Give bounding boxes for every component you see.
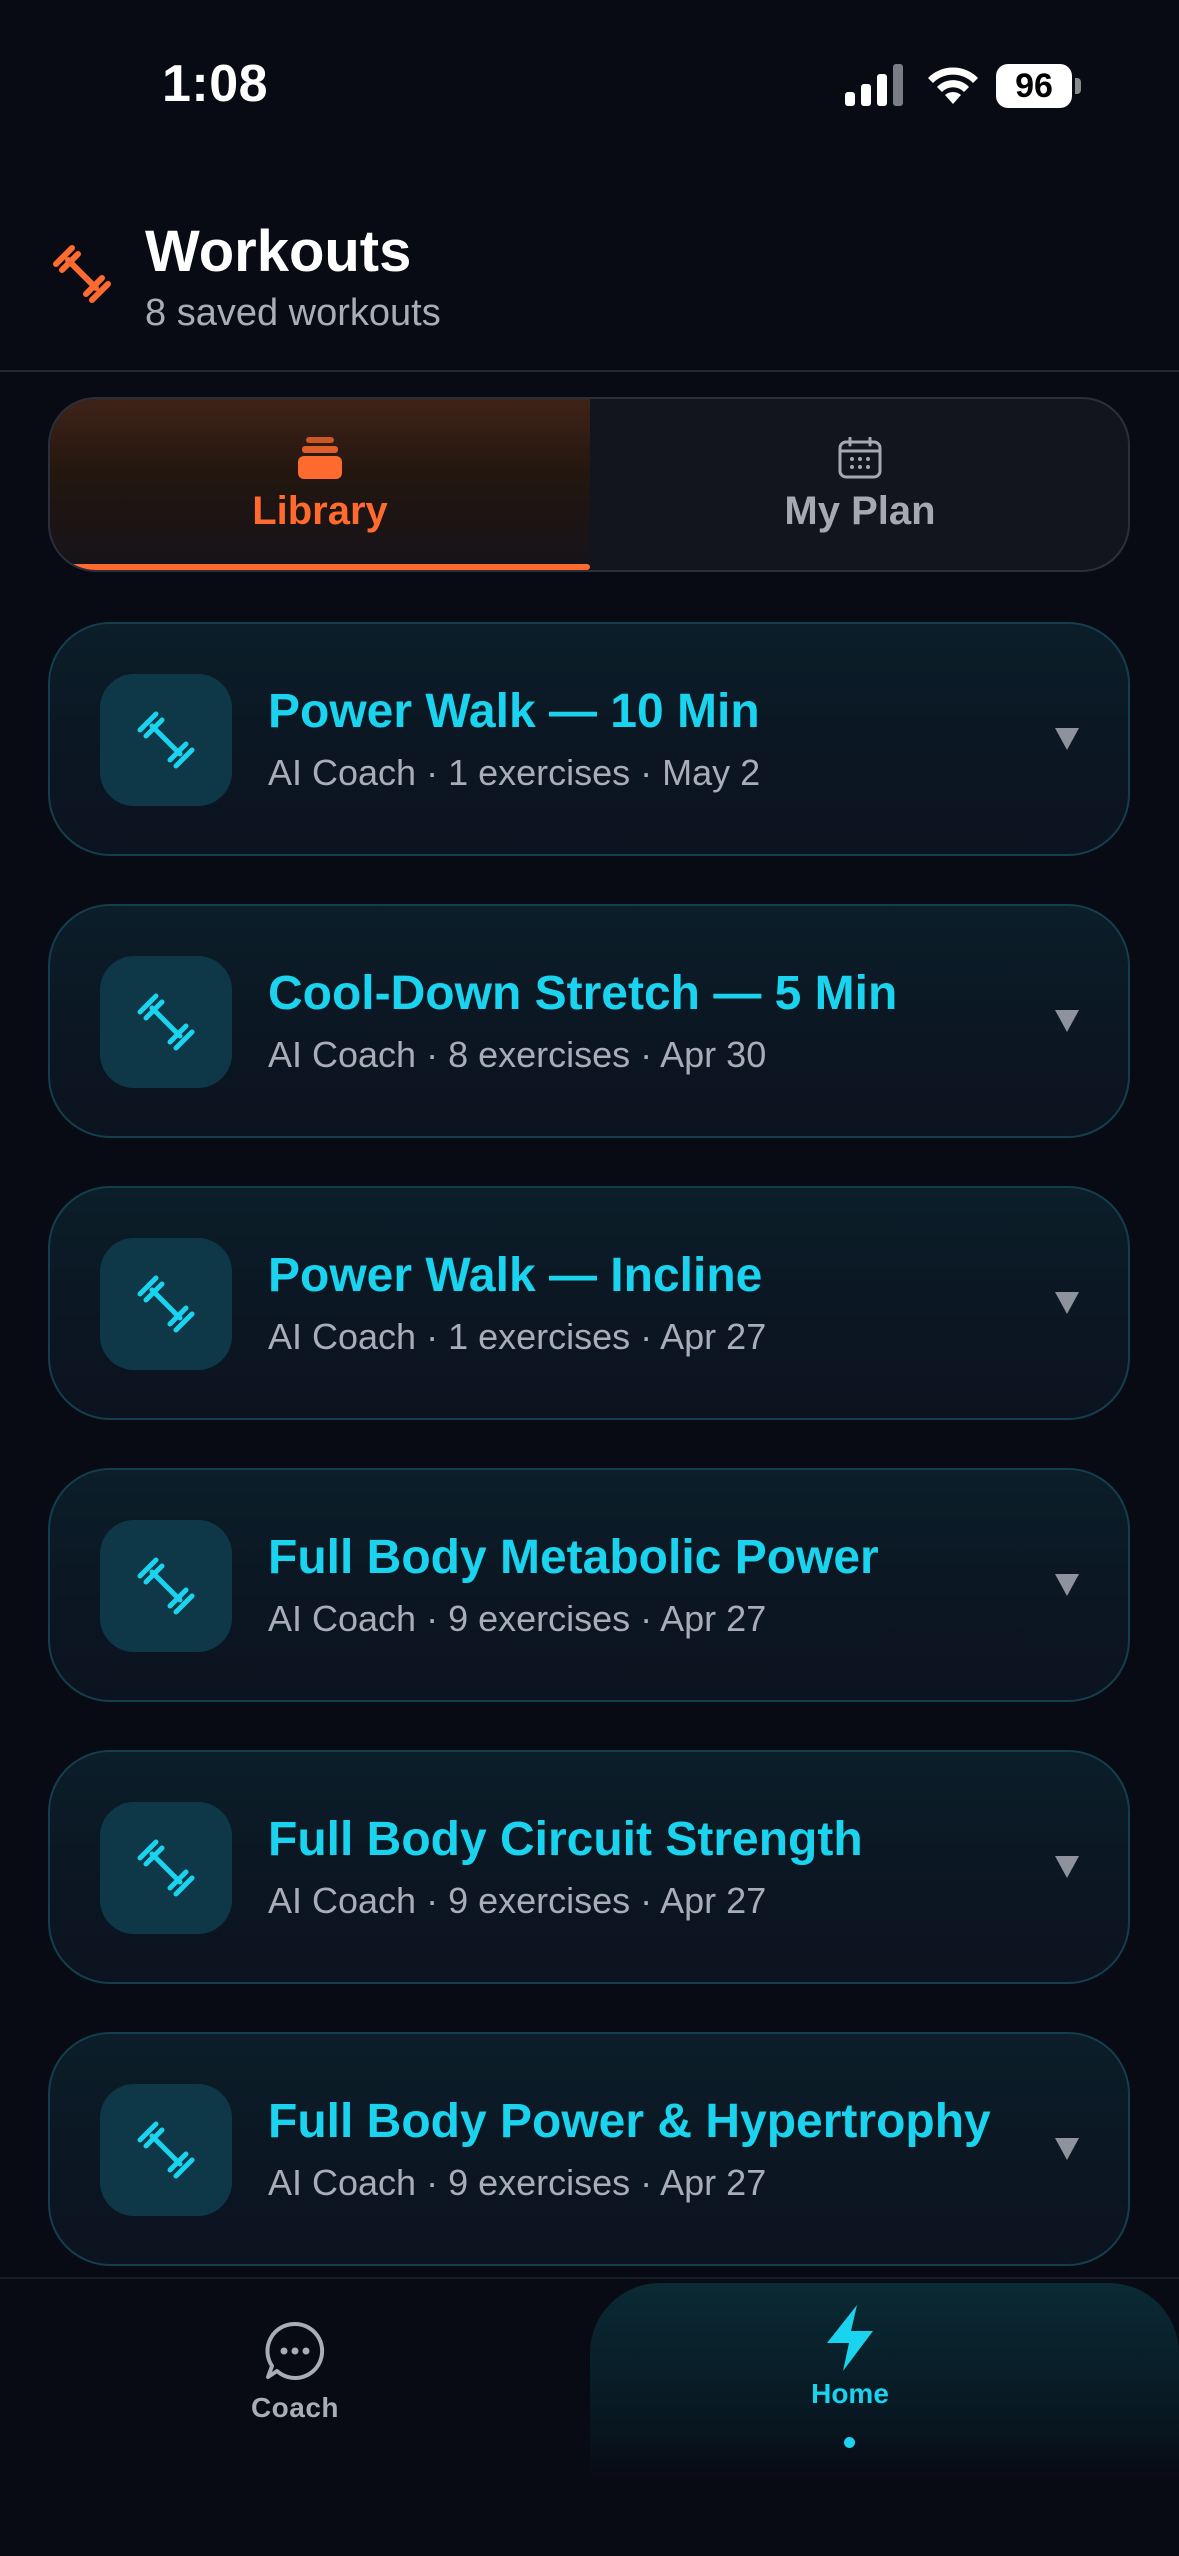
tab-my-plan-label: My Plan bbox=[784, 489, 936, 533]
chat-bubble-icon bbox=[265, 2321, 325, 2380]
wifi-icon bbox=[928, 67, 978, 104]
tab-coach-label: Coach bbox=[250, 2392, 340, 2423]
workout-title: Full Body Metabolic Power bbox=[268, 1531, 879, 1584]
workout-icon-tile bbox=[100, 956, 232, 1088]
tab-my-plan[interactable]: My Plan bbox=[590, 399, 1128, 570]
expand-triangle-icon[interactable] bbox=[1053, 726, 1081, 752]
workouts-screen: 1:08 96 Workouts 8 saved workouts Librar… bbox=[0, 0, 1179, 2556]
workout-icon-tile bbox=[100, 674, 232, 806]
dumbbell-icon bbox=[137, 1557, 195, 1615]
page-title: Workouts bbox=[145, 219, 412, 284]
tab-home[interactable]: Home bbox=[590, 2283, 1179, 2483]
stack-icon bbox=[298, 437, 342, 479]
tab-library[interactable]: Library bbox=[50, 399, 590, 570]
workout-icon-tile bbox=[100, 2084, 232, 2216]
workout-card[interactable]: Full Body Metabolic Power AI Coach · 9 e… bbox=[48, 1468, 1130, 1702]
dumbbell-icon bbox=[137, 1839, 195, 1897]
calendar-icon bbox=[838, 437, 882, 479]
workout-card[interactable]: Cool-Down Stretch — 5 Min AI Coach · 8 e… bbox=[48, 904, 1130, 1138]
bottom-tab-bar: Coach Home bbox=[0, 2277, 1179, 2556]
saved-count: 8 saved workouts bbox=[145, 292, 441, 334]
lightning-icon bbox=[827, 2305, 873, 2371]
expand-triangle-icon[interactable] bbox=[1053, 2136, 1081, 2162]
dumbbell-icon bbox=[137, 1275, 195, 1333]
workout-card[interactable]: Power Walk — Incline AI Coach · 1 exerci… bbox=[48, 1186, 1130, 1420]
workout-card[interactable]: Full Body Power & Hypertrophy AI Coach ·… bbox=[48, 2032, 1130, 2266]
dumbbell-icon bbox=[137, 2121, 195, 2179]
workout-title: Cool-Down Stretch — 5 Min bbox=[268, 967, 898, 1020]
dumbbell-icon bbox=[53, 245, 111, 303]
dumbbell-icon bbox=[137, 993, 195, 1051]
battery-level: 96 bbox=[996, 64, 1072, 108]
tab-home-label: Home bbox=[811, 2378, 889, 2409]
workout-icon-tile bbox=[100, 1520, 232, 1652]
segmented-control: Library My Plan bbox=[48, 397, 1130, 572]
workout-icon-tile bbox=[100, 1802, 232, 1934]
expand-triangle-icon[interactable] bbox=[1053, 1290, 1081, 1316]
expand-triangle-icon[interactable] bbox=[1053, 1008, 1081, 1034]
expand-triangle-icon[interactable] bbox=[1053, 1854, 1081, 1880]
workout-title: Full Body Circuit Strength bbox=[268, 1813, 863, 1866]
workout-meta: AI Coach · 1 exercises · Apr 27 bbox=[268, 1316, 767, 1357]
workout-icon-tile bbox=[100, 1238, 232, 1370]
tab-library-label: Library bbox=[252, 489, 388, 533]
expand-triangle-icon[interactable] bbox=[1053, 1572, 1081, 1598]
workout-meta: AI Coach · 9 exercises · Apr 27 bbox=[268, 2162, 767, 2203]
status-bar: 1:08 96 bbox=[0, 0, 1179, 150]
workout-card[interactable]: Full Body Circuit Strength AI Coach · 9 … bbox=[48, 1750, 1130, 1984]
page-header: Workouts 8 saved workouts bbox=[0, 200, 1179, 372]
workout-title: Power Walk — 10 Min bbox=[268, 685, 760, 738]
battery-icon: 96 bbox=[996, 64, 1082, 108]
dumbbell-icon bbox=[137, 711, 195, 769]
workout-meta: AI Coach · 9 exercises · Apr 27 bbox=[268, 1598, 767, 1639]
workout-meta: AI Coach · 9 exercises · Apr 27 bbox=[268, 1880, 767, 1921]
workout-meta: AI Coach · 1 exercises · May 2 bbox=[268, 752, 761, 793]
status-time: 1:08 bbox=[162, 55, 269, 113]
active-indicator-dot bbox=[844, 2437, 855, 2448]
tab-coach[interactable]: Coach bbox=[200, 2319, 390, 2439]
workout-card[interactable]: Power Walk — 10 Min AI Coach · 1 exercis… bbox=[48, 622, 1130, 856]
cellular-signal-icon bbox=[845, 64, 903, 106]
workout-title: Full Body Power & Hypertrophy bbox=[268, 2095, 991, 2148]
workout-meta: AI Coach · 8 exercises · Apr 30 bbox=[268, 1034, 767, 1075]
workout-title: Power Walk — Incline bbox=[268, 1249, 763, 1302]
